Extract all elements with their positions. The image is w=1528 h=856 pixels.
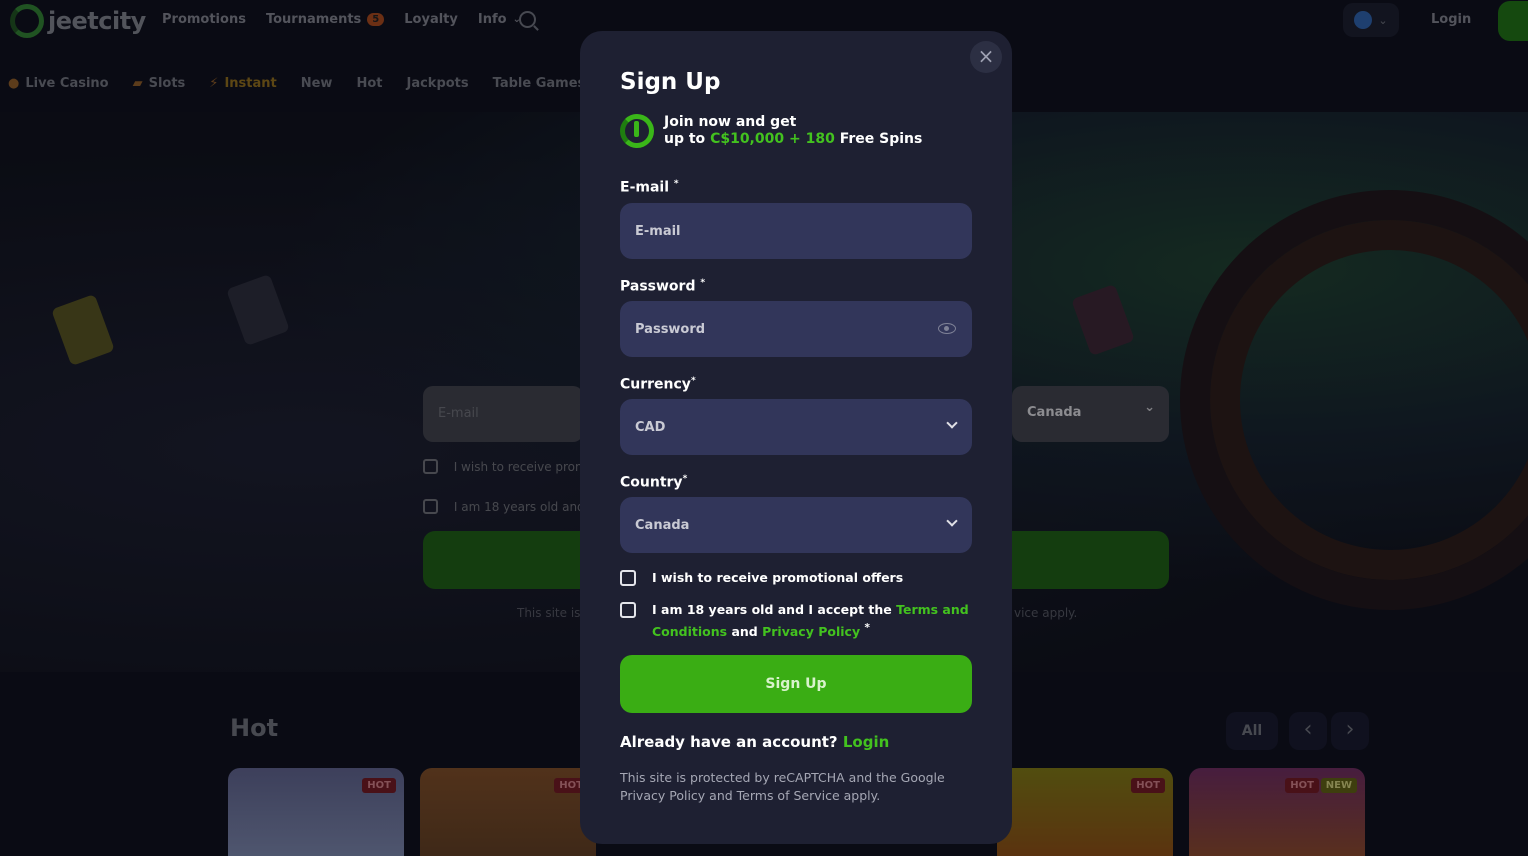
- promo-offers-label: I wish to receive promotional offers: [652, 570, 904, 585]
- have-account-prompt: Already have an account? Login: [620, 733, 889, 751]
- currency-select[interactable]: CAD: [620, 399, 972, 455]
- required-mark: *: [864, 622, 870, 634]
- bonus-prefix: up to: [664, 131, 706, 147]
- password-label: Password *: [620, 278, 705, 295]
- country-label: Country*: [620, 474, 687, 491]
- chevron-down-icon: [946, 515, 958, 527]
- login-link[interactable]: Login: [843, 733, 889, 751]
- bonus-amount: C$10,000 + 180: [710, 131, 835, 147]
- currency-value: CAD: [635, 419, 666, 435]
- recaptcha-notice: This site is protected by reCAPTCHA and …: [620, 770, 945, 803]
- required-mark: *: [690, 376, 696, 386]
- country-value: Canada: [635, 517, 690, 533]
- password-label-text: Password: [620, 278, 696, 295]
- required-mark: *: [682, 474, 688, 484]
- required-mark: *: [700, 278, 706, 288]
- eye-icon[interactable]: [938, 323, 956, 334]
- bonus-text: Join now and get up to C$10,000 + 180 Fr…: [664, 114, 922, 148]
- password-input[interactable]: [635, 321, 957, 337]
- age-terms-checkbox-row: I am 18 years old and I accept the Terms…: [620, 601, 972, 641]
- chevron-down-icon: [946, 417, 958, 429]
- required-mark: *: [673, 179, 679, 189]
- country-select[interactable]: Canada: [620, 497, 972, 553]
- signup-submit-button[interactable]: Sign Up: [620, 655, 972, 713]
- welcome-bonus-banner: Join now and get up to C$10,000 + 180 Fr…: [620, 114, 922, 148]
- email-input[interactable]: [635, 223, 957, 239]
- promo-offers-checkbox-row: I wish to receive promotional offers: [620, 569, 972, 587]
- close-icon[interactable]: ×: [970, 41, 1002, 73]
- bonus-suffix: Free Spins: [839, 131, 923, 147]
- age-terms-checkbox[interactable]: [620, 602, 636, 618]
- currency-label-text: Currency: [620, 376, 691, 393]
- have-account-text: Already have an account?: [620, 733, 838, 751]
- email-label: E-mail *: [620, 179, 679, 196]
- password-field[interactable]: [620, 301, 972, 357]
- modal-title: Sign Up: [620, 69, 721, 95]
- bonus-line-2: up to C$10,000 + 180 Free Spins: [664, 131, 922, 148]
- jeetcity-logo-icon: [620, 114, 654, 148]
- bonus-line-1: Join now and get: [664, 114, 797, 130]
- email-field[interactable]: [620, 203, 972, 259]
- email-label-text: E-mail: [620, 179, 670, 196]
- promo-offers-checkbox[interactable]: [620, 570, 636, 586]
- and-text: and: [731, 624, 758, 640]
- country-label-text: Country: [620, 474, 683, 491]
- privacy-policy-link[interactable]: Privacy Policy: [762, 624, 860, 639]
- age-terms-label: I am 18 years old and I accept the Terms…: [652, 601, 972, 641]
- currency-label: Currency*: [620, 376, 696, 393]
- age-terms-text: I am 18 years old and I accept the: [652, 602, 892, 617]
- signup-modal: × Sign Up Join now and get up to C$10,00…: [580, 31, 1012, 844]
